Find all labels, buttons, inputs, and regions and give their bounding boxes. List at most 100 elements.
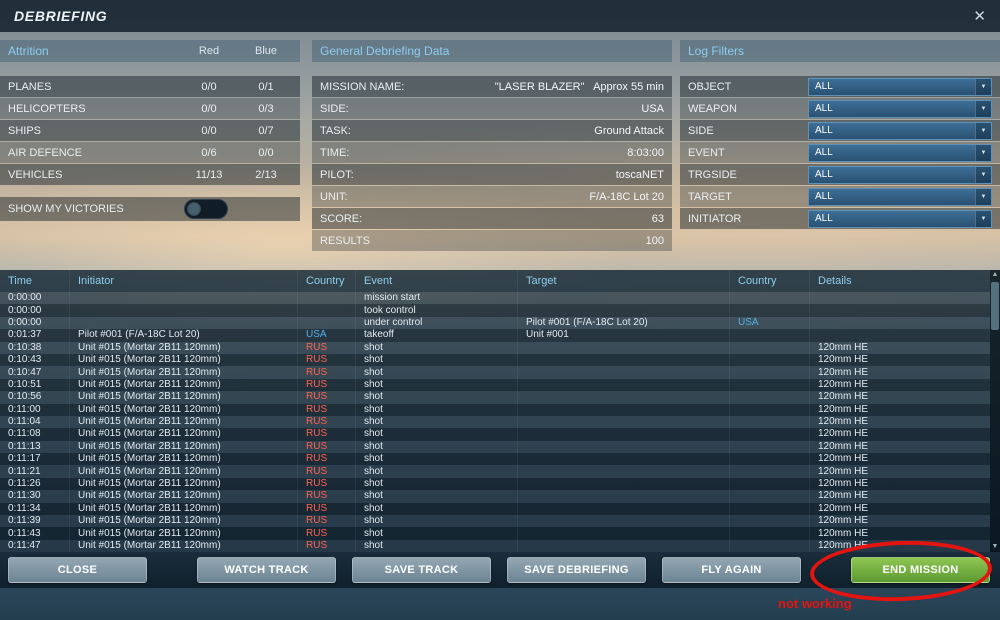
log-cell-target: Pilot #001 (F/A-18C Lot 20) bbox=[518, 316, 730, 330]
log-cell-initiator: Unit #015 (Mortar 2B11 120mm) bbox=[70, 502, 298, 516]
log-filter-rows: OBJECT ALL ▼ WEAPON ALL ▼ SIDE ALL ▼ EVE… bbox=[680, 76, 1000, 229]
end-mission-button[interactable]: END MISSION bbox=[851, 557, 990, 583]
chevron-down-icon: ▼ bbox=[975, 100, 991, 117]
filter-dropdown[interactable]: ALL ▼ bbox=[808, 143, 992, 162]
log-cell-time: 0:11:47 bbox=[0, 539, 70, 552]
filter-dropdown[interactable]: ALL ▼ bbox=[808, 99, 992, 118]
log-row[interactable]: 0:11:13 Unit #015 (Mortar 2B11 120mm) RU… bbox=[0, 440, 990, 454]
log-row[interactable]: 0:10:56 Unit #015 (Mortar 2B11 120mm) RU… bbox=[0, 391, 990, 404]
log-row[interactable]: 0:11:43 Unit #015 (Mortar 2B11 120mm) RU… bbox=[0, 527, 990, 540]
log-scrollbar[interactable]: ▲ ▼ bbox=[990, 270, 1000, 552]
log-cell-country2 bbox=[730, 353, 810, 367]
log-row[interactable]: 0:11:47 Unit #015 (Mortar 2B11 120mm) RU… bbox=[0, 539, 990, 552]
log-cell-country2 bbox=[730, 378, 810, 392]
log-cell-country2 bbox=[730, 329, 810, 342]
watch-track-button[interactable]: WATCH TRACK bbox=[197, 557, 336, 583]
scroll-up-icon[interactable]: ▲ bbox=[992, 270, 999, 280]
attrition-blue-value: 0/3 bbox=[258, 102, 274, 115]
log-cell-target bbox=[518, 502, 730, 516]
log-cell-details: 120mm HE bbox=[818, 453, 869, 465]
log-cell-initiator: Unit #015 (Mortar 2B11 120mm) bbox=[70, 415, 298, 429]
log-cell-country: RUS bbox=[298, 539, 356, 552]
attrition-red-value: 0/0 bbox=[201, 124, 217, 137]
log-row[interactable]: 0:00:00 mission start bbox=[0, 292, 990, 305]
general-row-label: RESULTS bbox=[320, 234, 370, 247]
log-cell-initiator: Pilot #001 (F/A-18C Lot 20) bbox=[70, 329, 298, 342]
log-row[interactable]: 0:11:34 Unit #015 (Mortar 2B11 120mm) RU… bbox=[0, 502, 990, 516]
log-cell-country: RUS bbox=[298, 502, 356, 516]
log-cell-country2 bbox=[730, 515, 810, 528]
log-filter-row: OBJECT ALL ▼ bbox=[680, 76, 1000, 97]
filter-dropdown[interactable]: ALL ▼ bbox=[808, 187, 992, 206]
close-button[interactable]: CLOSE bbox=[8, 557, 147, 583]
log-row[interactable]: 0:11:39 Unit #015 (Mortar 2B11 120mm) RU… bbox=[0, 515, 990, 528]
log-row[interactable]: 0:10:38 Unit #015 (Mortar 2B11 120mm) RU… bbox=[0, 341, 990, 354]
log-cell-country2 bbox=[730, 403, 810, 416]
log-row[interactable]: 0:10:43 Unit #015 (Mortar 2B11 120mm) RU… bbox=[0, 353, 990, 367]
log-row[interactable]: 0:10:47 Unit #015 (Mortar 2B11 120mm) RU… bbox=[0, 366, 990, 379]
chevron-down-icon: ▼ bbox=[975, 188, 991, 205]
scroll-down-icon[interactable]: ▼ bbox=[992, 542, 999, 552]
log-cell-country: RUS bbox=[298, 515, 356, 528]
log-cell-event: shot bbox=[356, 353, 518, 367]
log-row[interactable]: 0:11:04 Unit #015 (Mortar 2B11 120mm) RU… bbox=[0, 415, 990, 429]
filter-label: SIDE bbox=[688, 124, 714, 137]
log-cell-country2 bbox=[730, 453, 810, 466]
filter-dropdown[interactable]: ALL ▼ bbox=[808, 209, 992, 228]
log-cell-event: shot bbox=[356, 415, 518, 429]
column-header-details: Details bbox=[818, 275, 852, 287]
save-track-button[interactable]: SAVE TRACK bbox=[352, 557, 491, 583]
log-cell-target bbox=[518, 403, 730, 416]
log-cell-event: shot bbox=[356, 490, 518, 503]
filter-dropdown[interactable]: ALL ▼ bbox=[808, 121, 992, 140]
general-data-rows: MISSION NAME: "LASER BLAZER" Approx 55 m… bbox=[312, 76, 672, 251]
log-row[interactable]: 0:11:17 Unit #015 (Mortar 2B11 120mm) RU… bbox=[0, 453, 990, 466]
chevron-down-icon: ▼ bbox=[975, 78, 991, 95]
attrition-title: Attrition bbox=[8, 44, 49, 58]
log-cell-time: 0:10:56 bbox=[0, 391, 70, 404]
log-cell-event: shot bbox=[356, 515, 518, 528]
log-cell-initiator: Unit #015 (Mortar 2B11 120mm) bbox=[70, 353, 298, 367]
general-data-row: MISSION NAME: "LASER BLAZER" Approx 55 m… bbox=[312, 76, 672, 97]
log-row[interactable]: 0:11:00 Unit #015 (Mortar 2B11 120mm) RU… bbox=[0, 403, 990, 416]
log-cell-country: RUS bbox=[298, 477, 356, 491]
log-cell-target bbox=[518, 539, 730, 552]
attrition-row-label: PLANES bbox=[8, 80, 52, 93]
log-row[interactable]: 0:00:00 took control bbox=[0, 304, 990, 317]
log-row[interactable]: 0:00:00 under control Pilot #001 (F/A-18… bbox=[0, 316, 990, 330]
log-cell-event: shot bbox=[356, 453, 518, 466]
log-row[interactable]: 0:11:26 Unit #015 (Mortar 2B11 120mm) RU… bbox=[0, 477, 990, 491]
attrition-row-label: HELICOPTERS bbox=[8, 102, 86, 115]
general-row-value: F/A-18C Lot 20 bbox=[589, 190, 664, 203]
log-cell-time: 0:10:38 bbox=[0, 341, 70, 354]
scrollbar-thumb[interactable] bbox=[991, 282, 999, 330]
log-cell-country2 bbox=[730, 428, 810, 441]
filter-dropdown[interactable]: ALL ▼ bbox=[808, 77, 992, 96]
log-cell-time: 0:00:00 bbox=[0, 292, 70, 305]
attrition-row-label: AIR DEFENCE bbox=[8, 146, 82, 159]
fly-again-button[interactable]: FLY AGAIN bbox=[662, 557, 801, 583]
log-cell-event: shot bbox=[356, 440, 518, 454]
show-my-victories-toggle[interactable] bbox=[183, 199, 228, 219]
log-cell-country2 bbox=[730, 490, 810, 503]
general-data-row: RESULTS 100 bbox=[312, 230, 672, 251]
log-cell-country: RUS bbox=[298, 490, 356, 503]
log-cell-country2 bbox=[730, 502, 810, 516]
log-row[interactable]: 0:11:08 Unit #015 (Mortar 2B11 120mm) RU… bbox=[0, 428, 990, 441]
general-row-value: "LASER BLAZER" Approx 55 min bbox=[494, 80, 664, 93]
log-cell-country2 bbox=[730, 477, 810, 491]
log-row[interactable]: 0:01:37 Pilot #001 (F/A-18C Lot 20) USA … bbox=[0, 329, 990, 342]
save-debriefing-button[interactable]: SAVE DEBRIEFING bbox=[507, 557, 646, 583]
general-data-row: TASK: Ground Attack bbox=[312, 120, 672, 141]
log-cell-event: mission start bbox=[356, 292, 518, 305]
log-row[interactable]: 0:10:51 Unit #015 (Mortar 2B11 120mm) RU… bbox=[0, 378, 990, 392]
attrition-row: AIR DEFENCE 0/6 0/0 bbox=[0, 142, 300, 163]
log-cell-time: 0:11:00 bbox=[0, 403, 70, 416]
log-cell-country2: USA bbox=[730, 316, 810, 330]
close-icon[interactable]: ✕ bbox=[973, 7, 986, 25]
log-row[interactable]: 0:11:30 Unit #015 (Mortar 2B11 120mm) RU… bbox=[0, 490, 990, 503]
chevron-down-icon: ▼ bbox=[975, 122, 991, 139]
filter-dropdown[interactable]: ALL ▼ bbox=[808, 165, 992, 184]
general-row-value: 63 bbox=[651, 212, 664, 225]
log-row[interactable]: 0:11:21 Unit #015 (Mortar 2B11 120mm) RU… bbox=[0, 465, 990, 478]
